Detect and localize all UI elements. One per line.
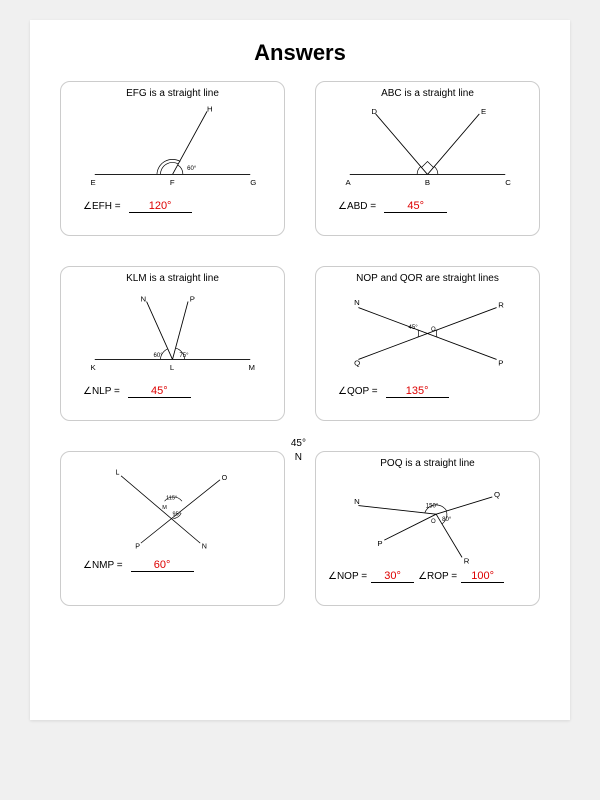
- answer-value-2: 100°: [461, 570, 504, 583]
- answer-row: ∠EFH = 120°: [69, 200, 276, 213]
- pt-o: O: [431, 327, 436, 333]
- pt-q2: Q: [494, 490, 500, 499]
- question-label-2: ∠ROP =: [418, 571, 457, 582]
- pt-k: K: [90, 363, 96, 372]
- question-label: ∠ABD =: [338, 201, 376, 212]
- answer-value: 120°: [129, 200, 192, 213]
- diagram-efg: 60° E F G H: [69, 101, 276, 196]
- answer-row: ∠ABD = 45°: [324, 200, 531, 213]
- angle-150: 150°: [426, 503, 439, 509]
- pt-g: G: [250, 178, 256, 187]
- pt-o2: O: [222, 474, 228, 482]
- ext-45: 45°: [291, 438, 306, 449]
- card-heading: KLM is a straight line: [69, 273, 276, 284]
- answer-value: 135°: [386, 385, 449, 398]
- pt-b: B: [425, 178, 430, 187]
- angle-75: 75°: [179, 353, 189, 359]
- ext-n: N: [295, 452, 302, 463]
- pt-n4: N: [354, 497, 360, 506]
- problem-card: POQ is a straight line 150° 80° O N Q P …: [315, 451, 540, 606]
- pt-p2: P: [498, 358, 503, 367]
- question-label: ∠NLP =: [83, 386, 120, 397]
- worksheet-page: Answers EFG is a straight line 60° E F G…: [30, 20, 570, 720]
- angle-45b: 45°: [409, 325, 419, 331]
- pt-n2: N: [354, 298, 360, 307]
- pt-e2: E: [481, 107, 486, 116]
- pt-a: A: [345, 178, 351, 187]
- diagram-nop: 45° O N R Q P: [324, 286, 531, 381]
- angle-95: 95°: [173, 511, 181, 517]
- pt-p4: P: [377, 539, 382, 548]
- card-heading: EFG is a straight line: [69, 88, 276, 99]
- pt-m3: M: [162, 505, 167, 511]
- problem-card: ABC is a straight line A B C D E ∠ABD = …: [315, 81, 540, 236]
- page-title: Answers: [60, 40, 540, 66]
- diagram-lmn: 115° 95° M L O P N: [69, 460, 276, 555]
- answer-value: 45°: [128, 385, 191, 398]
- pt-r: R: [498, 301, 504, 310]
- pt-r2: R: [464, 556, 470, 565]
- card-grid: EFG is a straight line 60° E F G H ∠EFH …: [60, 81, 540, 606]
- diagram-klm: 60° 75° K L M N P: [69, 286, 276, 381]
- pt-e: E: [90, 178, 95, 187]
- angle-60b: 60°: [154, 353, 164, 359]
- diagram-poq: 150° 80° O N Q P R: [324, 471, 531, 566]
- diagram-abc: A B C D E: [324, 101, 531, 196]
- pt-f: F: [170, 178, 175, 187]
- answer-value: 60°: [131, 559, 194, 572]
- angle-60: 60°: [187, 166, 197, 172]
- problem-card: NOP and QOR are straight lines 45° O N R…: [315, 266, 540, 421]
- pt-p: P: [190, 295, 195, 304]
- answer-row: ∠QOP = 135°: [324, 385, 531, 398]
- pt-c: C: [505, 178, 511, 187]
- pt-h: H: [207, 104, 213, 113]
- pt-d: D: [371, 107, 377, 116]
- pt-p3: P: [135, 543, 140, 551]
- pt-n3: N: [202, 543, 207, 551]
- pt-l2: L: [116, 468, 120, 476]
- answer-row: ∠NOP = 30° ∠ROP = 100°: [324, 570, 531, 583]
- answer-row: ∠NMP = 60°: [69, 559, 276, 572]
- pt-m: M: [249, 363, 255, 372]
- answer-value: 45°: [384, 200, 447, 213]
- problem-card: KLM is a straight line 60° 75° K L M N P…: [60, 266, 285, 421]
- pt-n: N: [141, 295, 147, 304]
- question-label: ∠NOP =: [328, 571, 367, 582]
- pt-o3: O: [431, 519, 436, 525]
- pt-q: Q: [354, 358, 360, 367]
- answer-value: 30°: [371, 570, 414, 583]
- question-label: ∠NMP =: [83, 560, 123, 571]
- pt-l: L: [170, 363, 175, 372]
- angle-80: 80°: [442, 517, 452, 523]
- problem-card: EFG is a straight line 60° E F G H ∠EFH …: [60, 81, 285, 236]
- card-heading: ABC is a straight line: [324, 88, 531, 99]
- card-heading: POQ is a straight line: [324, 458, 531, 469]
- question-label: ∠EFH =: [83, 201, 121, 212]
- problem-card: 45° N 115° 95° M L O P N ∠NMP = 60°: [60, 451, 285, 606]
- question-label: ∠QOP =: [338, 386, 378, 397]
- answer-row: ∠NLP = 45°: [69, 385, 276, 398]
- card-heading: NOP and QOR are straight lines: [324, 273, 531, 284]
